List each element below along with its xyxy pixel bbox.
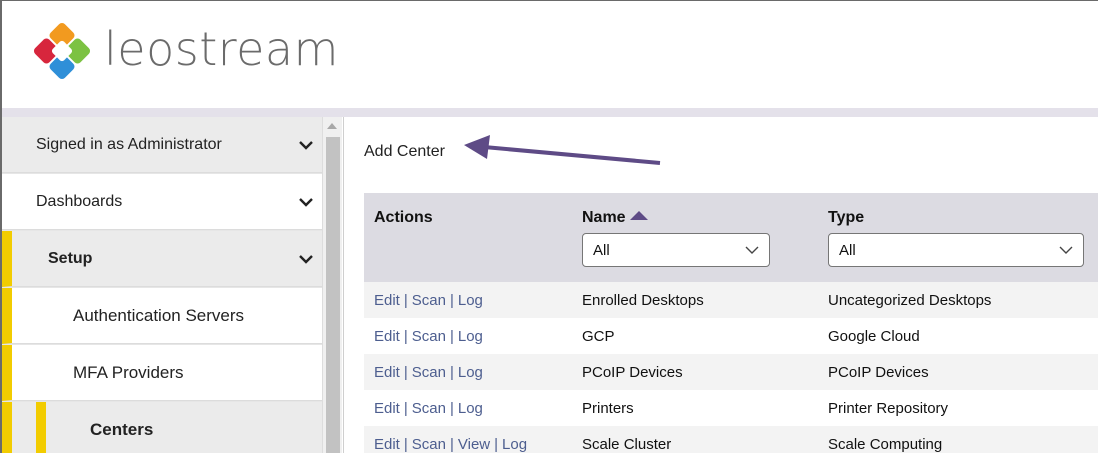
row-actions: Edit | Scan | Log: [364, 318, 572, 354]
scrollbar-thumb[interactable]: [326, 137, 340, 453]
row-actions: Edit | Scan | Log: [364, 390, 572, 426]
chevron-down-icon: [745, 246, 759, 254]
row-actions: Edit | Scan | View | Log: [364, 426, 572, 453]
chevron-down-icon[interactable]: [298, 196, 314, 208]
chevron-down-icon[interactable]: [298, 253, 314, 265]
sidebar-item-label: Setup: [48, 249, 93, 267]
table-row: Edit | Scan | View | Log Scale Cluster Scale Com…: [364, 426, 1098, 453]
action-link-edit[interactable]: Edit: [374, 436, 400, 453]
cell-name: PCoIP Devices: [582, 363, 683, 381]
cell-type: Printer Repository: [828, 399, 949, 417]
action-link-scan[interactable]: Scan: [412, 364, 446, 381]
action-separator: |: [449, 327, 454, 345]
sidebar-item-label: Centers: [90, 419, 154, 439]
scroll-up-icon[interactable]: [327, 123, 337, 129]
sidebar-item-authentication-servers[interactable]: Authentication Servers: [2, 288, 322, 344]
sort-ascending-icon[interactable]: [629, 211, 648, 220]
centers-table-wrapper: Actions Name All Type All Edit | Scan | …: [364, 193, 1098, 453]
sidebar-item-centers[interactable]: Centers: [2, 402, 322, 453]
table-row: Edit | Scan | Log Printers Printer Repository: [364, 390, 1098, 426]
main-content: Add Center Actions Name All Type All Edi…: [343, 117, 1098, 453]
add-center-link[interactable]: Add Center: [364, 143, 445, 161]
action-link-edit[interactable]: Edit: [374, 400, 400, 417]
leostream-logo-icon: [33, 22, 91, 80]
action-separator: |: [494, 435, 499, 453]
action-separator: |: [403, 399, 408, 417]
action-separator: |: [449, 399, 454, 417]
action-link-scan[interactable]: Scan: [412, 436, 446, 453]
logo-text: leostream: [104, 22, 339, 76]
filter-value: All: [593, 241, 610, 259]
row-actions: Edit | Scan | Log: [364, 354, 572, 390]
action-link-log[interactable]: Log: [458, 328, 483, 345]
sidebar-scrollbar[interactable]: [322, 117, 342, 453]
action-link-edit[interactable]: Edit: [374, 364, 400, 381]
action-link-edit[interactable]: Edit: [374, 328, 400, 345]
action-link-view[interactable]: View: [458, 436, 490, 453]
table-row: Edit | Scan | Log Enrolled Desktops Uncategori…: [364, 282, 1098, 318]
column-header-type[interactable]: Type All: [818, 193, 1098, 282]
sidebar-item-setup[interactable]: Setup: [2, 231, 322, 287]
name-filter-select[interactable]: All: [582, 233, 770, 267]
cell-type: Google Cloud: [828, 327, 920, 345]
annotation-arrow-icon: [464, 135, 661, 165]
action-separator: |: [403, 435, 408, 453]
action-link-log[interactable]: Log: [458, 364, 483, 381]
action-separator: |: [403, 363, 408, 381]
action-link-log[interactable]: Log: [458, 292, 483, 309]
column-header-name[interactable]: Name All: [572, 193, 818, 282]
cell-type: Scale Computing: [828, 435, 943, 453]
action-separator: |: [403, 327, 408, 345]
sidebar-item-dashboards[interactable]: Dashboards: [2, 174, 322, 230]
sidebar-item-label: Authentication Servers: [73, 305, 245, 325]
action-link-edit[interactable]: Edit: [374, 292, 400, 309]
action-separator: |: [449, 291, 454, 309]
cell-type: PCoIP Devices: [828, 363, 929, 381]
cell-name: GCP: [582, 327, 615, 345]
sidebar-item-signed-in[interactable]: Signed in as Administrator: [2, 117, 322, 173]
chevron-down-icon: [1059, 246, 1073, 254]
action-link-scan[interactable]: Scan: [412, 328, 446, 345]
leostream-logo[interactable]: leostream: [32, 21, 339, 81]
action-link-log[interactable]: Log: [502, 436, 527, 453]
column-header-label[interactable]: Name: [582, 209, 626, 226]
cell-name: Enrolled Desktops: [582, 291, 704, 309]
sidebar-item-label: MFA Providers: [73, 362, 184, 382]
action-separator: |: [449, 435, 454, 453]
sidebar: Signed in as Administrator Dashboards Se…: [2, 117, 322, 453]
cell-name: Scale Cluster: [582, 435, 672, 453]
chevron-down-icon[interactable]: [298, 139, 314, 151]
action-separator: |: [403, 291, 408, 309]
cell-name: Printers: [582, 399, 634, 417]
table-row: Edit | Scan | Log GCP Google Cloud: [364, 318, 1098, 354]
column-header-actions: Actions: [364, 193, 572, 282]
header: leostream: [2, 1, 1098, 108]
filter-value: All: [839, 241, 856, 259]
column-header-label[interactable]: Type: [828, 209, 864, 226]
table-row: Edit | Scan | Log PCoIP Devices PCoIP Devices: [364, 354, 1098, 390]
column-header-label: Actions: [374, 209, 433, 226]
table-body: Edit | Scan | Log Enrolled Desktops Uncategori…: [364, 282, 1098, 453]
type-filter-select[interactable]: All: [828, 233, 1084, 267]
sidebar-item-label: Signed in as Administrator: [36, 135, 222, 153]
cell-type: Uncategorized Desktops: [828, 291, 992, 309]
header-divider: [2, 108, 1098, 117]
sidebar-item-mfa-providers[interactable]: MFA Providers: [2, 345, 322, 401]
action-separator: |: [449, 363, 454, 381]
centers-table: Actions Name All Type All Edit | Scan | …: [364, 193, 1098, 453]
action-link-scan[interactable]: Scan: [412, 400, 446, 417]
action-link-log[interactable]: Log: [458, 400, 483, 417]
table-header-row: Actions Name All Type All: [364, 193, 1098, 282]
action-link-scan[interactable]: Scan: [412, 292, 446, 309]
row-actions: Edit | Scan | Log: [364, 282, 572, 318]
active-indicator: [36, 402, 46, 453]
sidebar-item-label: Dashboards: [36, 192, 123, 210]
